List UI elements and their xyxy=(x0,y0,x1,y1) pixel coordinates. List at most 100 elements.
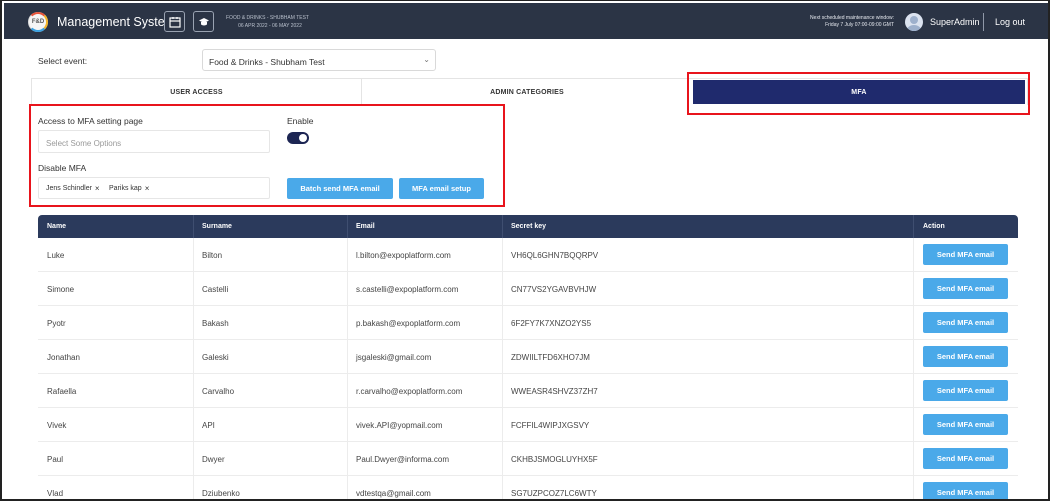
mfa-email-setup-button[interactable]: MFA email setup xyxy=(399,178,484,199)
column-divider xyxy=(502,272,503,306)
cell-name: Simone xyxy=(47,285,75,294)
send-mfa-email-button[interactable]: Send MFA email xyxy=(923,244,1008,265)
column-divider xyxy=(193,408,194,442)
column-divider xyxy=(502,306,503,340)
column-divider xyxy=(913,408,914,442)
cell-name: Pyotr xyxy=(47,319,66,328)
col-email: Email xyxy=(356,223,375,230)
column-divider xyxy=(193,238,194,272)
cell-email: vdtestqa@gmail.com xyxy=(356,489,431,498)
column-divider xyxy=(502,340,503,374)
table-row: Vivek API vivek.API@yopmail.com FCFFIL4WIPJ… xyxy=(38,408,1018,442)
access-mfa-label: Access to MFA setting page xyxy=(38,116,143,126)
col-name: Name xyxy=(47,223,67,230)
column-divider xyxy=(913,238,914,272)
cell-surname: Carvalho xyxy=(202,387,235,396)
column-divider xyxy=(193,374,194,408)
cell-name: Vivek xyxy=(47,421,67,430)
app-title: Management System xyxy=(57,15,176,29)
table-row: Rafaella Carvalho r.carvalho@expoplatform.… xyxy=(38,374,1018,408)
cell-surname: Dziubenko xyxy=(202,489,240,498)
send-mfa-email-button[interactable]: Send MFA email xyxy=(923,482,1008,499)
column-divider xyxy=(913,215,914,238)
column-divider xyxy=(502,442,503,476)
col-action: Action xyxy=(923,223,945,230)
select-event-dropdown[interactable]: Food & Drinks - Shubham Test ⌄ xyxy=(202,49,436,71)
cell-surname: API xyxy=(202,421,215,430)
close-icon[interactable]: × xyxy=(145,184,150,193)
cell-name: Jonathan xyxy=(47,353,80,362)
access-mfa-multiselect[interactable]: Select Some Options xyxy=(38,130,270,153)
disable-mfa-multiselect[interactable]: Jens Schindler × Pariks kap × xyxy=(38,177,270,199)
cell-secret-key: 6F2FY7K7XNZO2YS5 xyxy=(511,319,592,328)
cell-email: l.bilton@expoplatform.com xyxy=(356,251,451,260)
column-divider xyxy=(347,340,348,374)
select-event-value: Food & Drinks - Shubham Test xyxy=(209,57,325,67)
maintenance-line-1: Next scheduled maintenance window: xyxy=(810,15,894,21)
column-divider xyxy=(913,442,914,476)
app-frame: F&D Management System FOOD & DRINKS - SH… xyxy=(0,0,1050,501)
close-icon[interactable]: × xyxy=(95,184,100,193)
batch-send-mfa-email-button[interactable]: Batch send MFA email xyxy=(287,178,393,199)
send-mfa-email-button[interactable]: Send MFA email xyxy=(923,414,1008,435)
chip-label: Pariks kap xyxy=(109,185,142,192)
send-mfa-email-button[interactable]: Send MFA email xyxy=(923,380,1008,401)
table-row: Pyotr Bakash p.bakash@expoplatform.com 6F2F… xyxy=(38,306,1018,340)
cell-surname: Galeski xyxy=(202,353,229,362)
chevron-down-icon: ⌄ xyxy=(423,55,430,64)
user-name[interactable]: SuperAdmin xyxy=(930,17,980,27)
send-mfa-email-button[interactable]: Send MFA email xyxy=(923,278,1008,299)
column-divider xyxy=(502,238,503,272)
cell-email: p.bakash@expoplatform.com xyxy=(356,319,461,328)
cell-email: Paul.Dwyer@informa.com xyxy=(356,455,450,464)
event-name: FOOD & DRINKS - SHUBHAM TEST xyxy=(226,15,309,21)
column-divider xyxy=(502,476,503,499)
cell-surname: Dwyer xyxy=(202,455,225,464)
column-divider xyxy=(913,374,914,408)
enable-toggle[interactable] xyxy=(287,132,309,144)
cell-secret-key: VH6QL6GHN7BQQRPV xyxy=(511,251,599,260)
table-row: Jonathan Galeski jsgaleski@gmail.com ZDWIIL… xyxy=(38,340,1018,374)
column-divider xyxy=(502,374,503,408)
cell-email: s.castelli@expoplatform.com xyxy=(356,285,459,294)
cell-secret-key: ZDWIILTFD6XHO7JM xyxy=(511,353,590,362)
column-divider xyxy=(193,306,194,340)
maintenance-line-2: Friday 7 July 07:00-09:00 GMT xyxy=(825,22,894,28)
highlight-box-mfa-tab xyxy=(687,72,1030,115)
table-row: Luke Bilton l.bilton@expoplatform.com VH6QL… xyxy=(38,238,1018,272)
send-mfa-email-button[interactable]: Send MFA email xyxy=(923,346,1008,367)
cell-name: Luke xyxy=(47,251,65,260)
graduation-cap-icon[interactable] xyxy=(193,11,214,32)
cell-surname: Bilton xyxy=(202,251,223,260)
select-event-label: Select event: xyxy=(38,56,88,66)
table-header: Name Surname Email Secret key Action xyxy=(38,215,1018,238)
column-divider xyxy=(913,272,914,306)
send-mfa-email-button[interactable]: Send MFA email xyxy=(923,312,1008,333)
column-divider xyxy=(193,340,194,374)
column-divider xyxy=(913,340,914,374)
logo[interactable]: F&D xyxy=(28,12,48,32)
column-divider xyxy=(347,238,348,272)
column-divider xyxy=(193,442,194,476)
column-divider xyxy=(347,272,348,306)
avatar[interactable] xyxy=(905,13,923,31)
logout-link[interactable]: Log out xyxy=(995,17,1025,27)
tab-admin-categories[interactable]: ADMIN CATEGORIES xyxy=(362,79,692,106)
chip-jens-schindler: Jens Schindler × xyxy=(46,184,100,193)
cell-surname: Bakash xyxy=(202,319,229,328)
column-divider xyxy=(193,272,194,306)
table-row: Simone Castelli s.castelli@expoplatform.co… xyxy=(38,272,1018,306)
event-info: FOOD & DRINKS - SHUBHAM TEST 06 APR 2022… xyxy=(226,14,309,30)
maintenance-notice: Next scheduled maintenance window: Frida… xyxy=(774,15,894,29)
column-divider xyxy=(347,215,348,238)
table-row: Paul Dwyer Paul.Dwyer@informa.com CKHBJSMOG… xyxy=(38,442,1018,476)
header-divider xyxy=(983,13,984,31)
col-surname: Surname xyxy=(202,223,232,230)
tab-user-access[interactable]: USER ACCESS xyxy=(32,79,362,106)
table-row: Vlad Dziubenko vdtestqa@gmail.com SG7UZPCOZ… xyxy=(38,476,1018,499)
cell-name: Vlad xyxy=(47,489,64,498)
calendar-icon[interactable] xyxy=(164,11,185,32)
send-mfa-email-button[interactable]: Send MFA email xyxy=(923,448,1008,469)
column-divider xyxy=(913,476,914,499)
cell-secret-key: FCFFIL4WIPJXGSVY xyxy=(511,421,590,430)
